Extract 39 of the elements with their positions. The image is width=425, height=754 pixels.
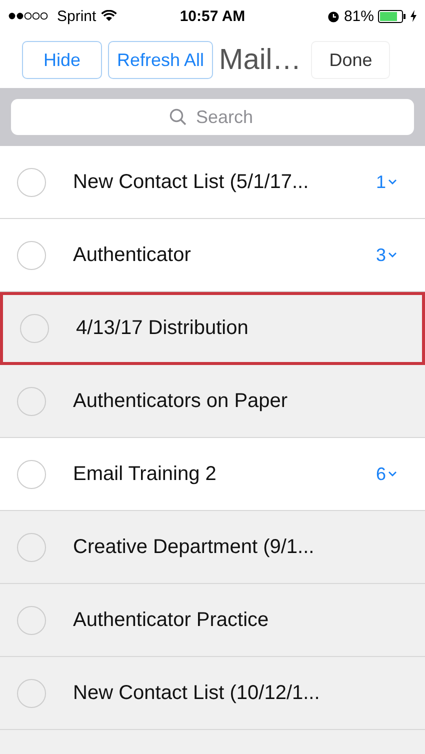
- checkbox[interactable]: [17, 386, 46, 416]
- list-row[interactable]: 4/13/17 Distribution: [0, 292, 425, 365]
- row-title: Creative Department (9/1...: [73, 536, 314, 558]
- charging-icon: [410, 10, 417, 22]
- list-row[interactable]: Authenticator 3: [0, 219, 425, 292]
- message-count: 1: [376, 172, 386, 192]
- checkbox[interactable]: [20, 314, 49, 343]
- list-row[interactable]: New Contact List (5/1/17... 1: [0, 146, 425, 219]
- checkbox[interactable]: [17, 678, 46, 708]
- checkbox[interactable]: [17, 168, 46, 196]
- done-button[interactable]: Done: [311, 41, 390, 79]
- chevron-down-icon: [388, 471, 397, 477]
- chevron-down-icon: [388, 179, 397, 185]
- clock-time: 10:57 AM: [180, 8, 246, 24]
- checkbox[interactable]: [17, 460, 46, 488]
- battery-percent: 81%: [344, 8, 374, 24]
- checkbox[interactable]: [17, 606, 46, 634]
- list-row[interactable]: Email Training 2 6: [0, 438, 425, 511]
- row-title: Authenticators on Paper: [73, 390, 288, 412]
- screen-title: Mail…: [219, 44, 302, 76]
- row-title: Authenticator: [73, 244, 191, 266]
- message-count: 3: [376, 244, 386, 266]
- chevron-down-icon: [388, 252, 397, 258]
- battery-icon: [378, 10, 406, 22]
- wifi-icon: [101, 10, 118, 22]
- checkbox[interactable]: [17, 532, 46, 562]
- row-title: Authenticator Practice: [73, 608, 269, 632]
- nav-button[interactable]: Refresh All: [108, 41, 214, 79]
- search-field[interactable]: Search: [11, 99, 414, 135]
- row-title: New Contact List (10/12/1...: [73, 682, 320, 704]
- row-title: 4/13/17 Distribution: [76, 317, 248, 340]
- row-title: Email Training 2: [73, 462, 216, 486]
- search-icon: [168, 108, 186, 126]
- row-title: New Contact List (5/1/17...: [73, 170, 309, 194]
- carrier-name: Sprint: [57, 8, 96, 24]
- nav-button[interactable]: Hide: [22, 41, 102, 79]
- alarm-icon: [326, 10, 340, 22]
- message-count: 6: [376, 464, 386, 484]
- checkbox[interactable]: [17, 240, 46, 270]
